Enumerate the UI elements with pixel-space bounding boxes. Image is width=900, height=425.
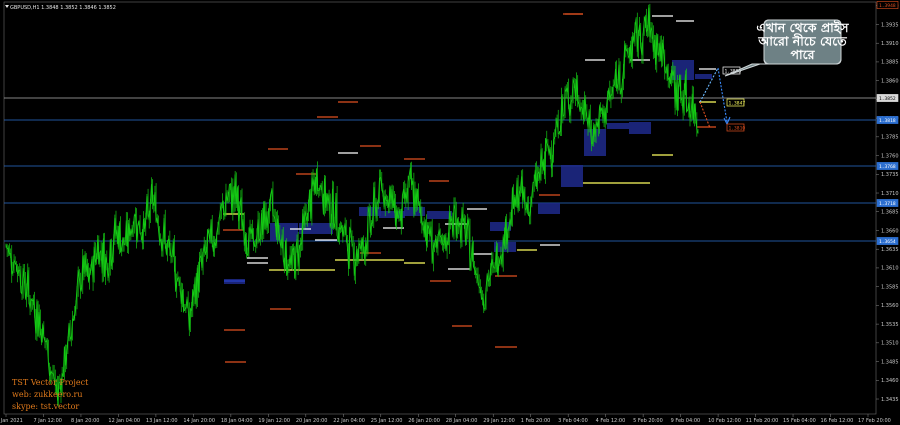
y-tick-label: 1.3485 [881, 359, 899, 365]
x-tick-label: 11 Feb 20:00 [746, 418, 779, 424]
y-tick-label: 1.3910 [881, 41, 899, 47]
annotation-callout: এখান থেকে প্রাইসআরো নীচে যেতেপারে [724, 19, 850, 77]
axis-label-level-4: 1.3654 [879, 239, 896, 245]
x-tick-label: 26 Jan 20:00 [408, 418, 440, 424]
x-tick-label: 3 Feb 04:00 [558, 418, 588, 424]
supply-demand-zone [607, 123, 629, 129]
callout-text-line: পারে [790, 47, 815, 62]
y-tick-label: 1.3635 [881, 247, 899, 253]
x-tick-label: 25 Jan 12:00 [371, 418, 403, 424]
watermark-web: web: zukkeero.ru [12, 390, 83, 399]
supply-demand-zone [629, 122, 651, 134]
x-tick-label: 29 Jan 12:00 [483, 418, 515, 424]
y-tick-label: 1.3785 [881, 135, 899, 141]
x-tick-label: 6 Jan 2021 [0, 418, 23, 424]
x-tick-label: 9 Feb 04:00 [671, 418, 701, 424]
axis-label-level-1: 1.3818 [879, 118, 896, 124]
x-tick-label: 19 Jan 12:00 [258, 418, 290, 424]
x-tick-label: 10 Feb 12:00 [708, 418, 741, 424]
y-tick-label: 1.3585 [881, 284, 899, 290]
x-tick-label: 17 Feb 20:00 [858, 418, 891, 424]
price-bars [5, 3, 699, 408]
supply-demand-zone [695, 74, 712, 79]
y-tick-label: 1.3685 [881, 210, 899, 216]
watermark-skype: skype: tst.vector [12, 402, 80, 411]
y-tick-label: 1.3560 [881, 303, 899, 309]
x-tick-label: 18 Jan 04:00 [221, 418, 253, 424]
price-chart[interactable]: 1.39601.39351.39101.38851.38601.38351.38… [0, 0, 900, 425]
x-tick-label: 14 Jan 20:00 [183, 418, 215, 424]
symbol-header: GBPUSD,H1 1.3848 1.3852 1.3846 1.3852 [10, 5, 116, 11]
projection-up-arrow [699, 67, 719, 103]
x-tick-label: 22 Jan 04:00 [333, 418, 365, 424]
supply-demand-zone [538, 203, 560, 214]
supply-demand-zone [561, 165, 583, 187]
y-tick-label: 1.3735 [881, 172, 899, 178]
price-mark-yellow: 1.3847 [729, 101, 746, 107]
price-mark-red: 1.3810 [729, 126, 746, 132]
y-tick-label: 1.3710 [881, 191, 899, 197]
x-tick-label: 20 Jan 20:00 [296, 418, 328, 424]
x-tick-label: 28 Jan 04:00 [446, 418, 478, 424]
chevron-down-icon [5, 5, 9, 8]
y-tick-label: 1.3860 [881, 78, 899, 84]
y-tick-label: 1.3660 [881, 228, 899, 234]
y-tick-label: 1.3460 [881, 378, 899, 384]
supply-demand-zone [270, 223, 298, 241]
projection-red-arrow [699, 101, 711, 129]
y-tick-label: 1.3935 [881, 22, 899, 28]
y-tick-label: 1.3610 [881, 266, 899, 272]
y-tick-label: 1.3885 [881, 60, 899, 66]
x-tick-label: 8 Jan 20:00 [71, 418, 99, 424]
y-tick-label: 1.3510 [881, 341, 899, 347]
axis-label-level-2: 1.3768 [879, 164, 896, 170]
y-tick-label: 1.3435 [881, 397, 899, 403]
axis-label-top: 1.3948 [879, 3, 896, 9]
plot-frame [3, 1, 877, 415]
x-tick-label: 15 Feb 04:00 [783, 418, 816, 424]
x-tick-label: 5 Feb 20:00 [633, 418, 663, 424]
y-tick-label: 1.3535 [881, 322, 899, 328]
x-tick-label: 7 Jan 12:00 [33, 418, 61, 424]
chart-window[interactable]: 1.39601.39351.39101.38851.38601.38351.38… [0, 0, 900, 425]
x-tick-label: 12 Jan 04:00 [108, 418, 140, 424]
y-tick-label: 1.3760 [881, 153, 899, 159]
x-tick-label: 1 Feb 20:00 [521, 418, 551, 424]
supply-demand-zone [427, 211, 452, 219]
x-tick-label: 13 Jan 12:00 [146, 418, 178, 424]
watermark-project: TST Vector Project [12, 378, 89, 387]
x-tick-label: 16 Feb 12:00 [821, 418, 854, 424]
axis-label-current: 1.3852 [879, 96, 896, 102]
price-series-line [5, 7, 699, 401]
axis-label-level-3: 1.3718 [879, 201, 896, 207]
x-tick-label: 4 Feb 12:00 [596, 418, 626, 424]
